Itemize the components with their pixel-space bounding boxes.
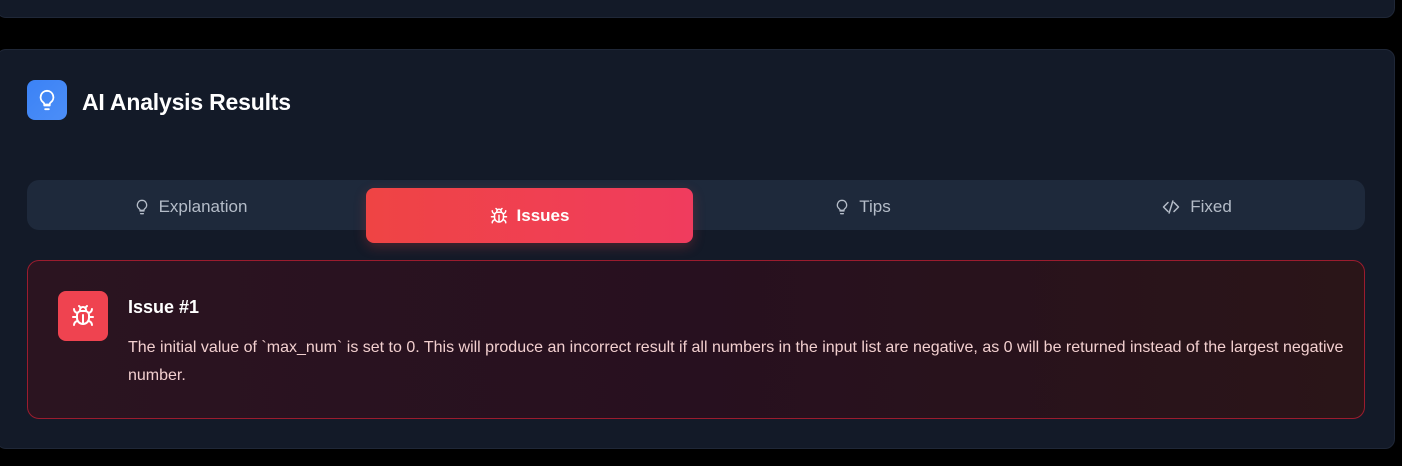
tab-fixed[interactable]: Fixed	[1033, 188, 1360, 243]
lightbulb-icon	[27, 80, 67, 120]
tab-issues[interactable]: Issues	[366, 188, 693, 243]
issue-description: The initial value of `max_num` is set to…	[128, 339, 1344, 384]
tab-label: Tips	[859, 196, 891, 216]
previous-card	[0, 0, 1395, 18]
code-icon	[1162, 199, 1180, 214]
bug-icon	[58, 291, 108, 341]
tab-label: Explanation	[158, 196, 248, 216]
results-tabs: Explanation Issues Tips Fixed	[27, 180, 1365, 243]
issue-title: Issue #1	[128, 297, 200, 317]
page-title: AI Analysis Results	[82, 89, 291, 115]
tab-label: Issues	[516, 205, 570, 225]
lightbulb-icon	[136, 199, 147, 214]
lightbulb-icon	[836, 199, 848, 214]
tab-explanation[interactable]: Explanation	[27, 188, 354, 243]
tab-label: Fixed	[1190, 196, 1232, 216]
tab-tips[interactable]: Tips	[699, 188, 1026, 243]
bug-icon	[490, 207, 507, 223]
issue-card: Issue #1 The initial value of `max_num` …	[27, 260, 1365, 419]
